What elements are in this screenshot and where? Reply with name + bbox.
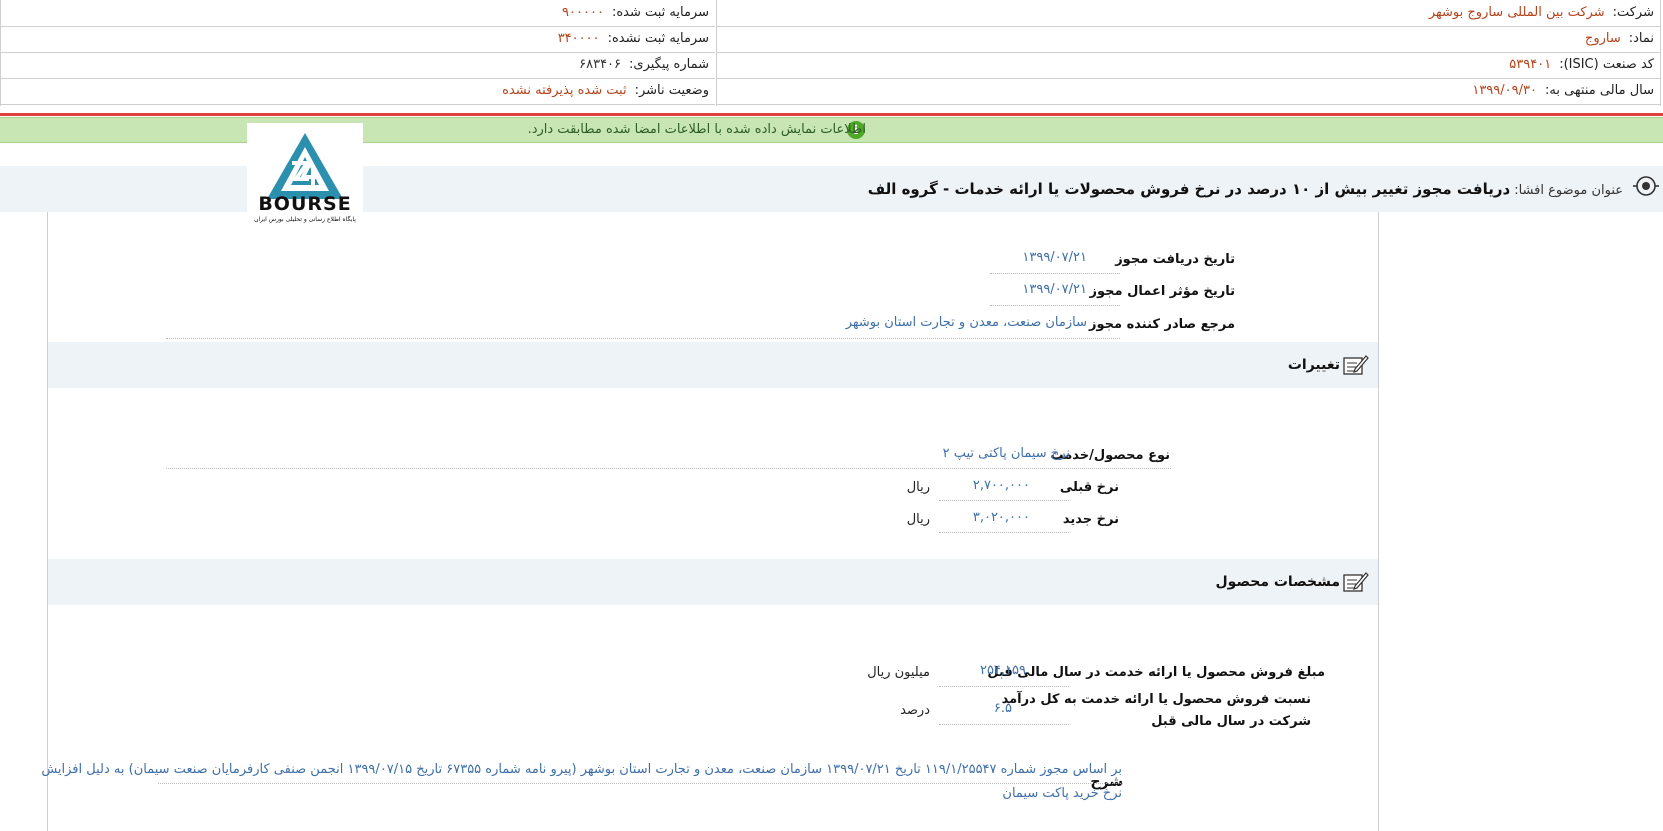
publisher-status-label: وضعیت ناشر:	[634, 83, 709, 98]
dotted-separator	[990, 305, 1120, 306]
previous-price-unit: ریال	[906, 480, 930, 495]
prior-year-sales-label: مبلغ فروش محصول یا ارائه خدمت در سال مال…	[987, 665, 1325, 680]
company-label: شرکت:	[1612, 5, 1654, 20]
tracking-number-row: شماره پیگیری: ۶۸۳۴۰۶	[1, 52, 715, 79]
changes-section-header	[48, 342, 1378, 388]
logo-tagline: پایگاه اطلاع رسانی و تحلیلی بورس ایران	[254, 216, 356, 223]
tracking-number-value: ۶۸۳۴۰۶	[579, 57, 622, 72]
publisher-status-value: ثبت شده پذیرفته نشده	[502, 83, 627, 98]
sales-ratio-unit: درصد	[900, 703, 930, 718]
fiscal-year-value: ۱۳۹۹/۰۹/۳۰	[1472, 83, 1537, 98]
prior-year-sales-unit: میلیون ریال	[867, 665, 930, 680]
new-price-label: نرخ جدید	[1062, 512, 1119, 527]
receive-date-label: تاریخ دریافت مجوز	[1115, 252, 1235, 267]
content-frame-left	[47, 212, 48, 831]
prior-year-sales-value: ۲۵۴,۱۵۹	[979, 663, 1026, 678]
dotted-separator	[990, 273, 1120, 274]
product-specs-section-header	[48, 559, 1378, 605]
dotted-separator	[166, 468, 1171, 469]
edit-icon	[1343, 355, 1369, 375]
header-separator	[0, 113, 1663, 116]
effective-date-label: تاریخ مؤثر اعمال مجوز	[1089, 284, 1235, 299]
sales-ratio-label-line1: نسبت فروش محصول یا ارائه خدمت به کل درآم…	[1001, 692, 1311, 707]
registered-capital-row: سرمایه ثبت شده: ۹۰۰۰۰۰	[1, 0, 715, 27]
issuer-value: سازمان صنعت، معدن و تجارت استان بوشهر	[845, 315, 1087, 330]
content-frame-right	[1378, 212, 1379, 831]
description-line1: بر اساس مجوز شماره ۱۱۹/۱/۲۵۵۴۷ تاریخ ۱۳۹…	[41, 762, 1122, 777]
previous-price-label: نرخ قبلی	[1059, 480, 1119, 495]
dotted-separator	[158, 783, 1123, 784]
target-icon	[1633, 176, 1659, 196]
sales-ratio-value: ۶.۵	[993, 701, 1012, 716]
product-type-value: نرخ سیمان پاکتی تیپ ۲	[942, 446, 1070, 461]
subject-label: عنوان موضوع افشا:	[1514, 183, 1623, 198]
signature-notice-text: اطلاعات نمایش داده شده با اطلاعات امضا ش…	[527, 122, 866, 137]
subject-value: دریافت مجوز تغییر بیش از ۱۰ درصد در نرخ …	[867, 180, 1511, 198]
isic-row: کد صنعت (ISIC): ۵۳۹۴۰۱	[717, 52, 1660, 79]
symbol-label: نماد:	[1628, 31, 1654, 46]
registered-capital-value: ۹۰۰۰۰۰	[562, 5, 604, 20]
isic-label: کد صنعت (ISIC):	[1559, 57, 1654, 72]
dotted-separator	[939, 500, 1069, 501]
company-info-table: شرکت:شرکت بین المللی ساروج بوشهر نماد:سا…	[0, 0, 1663, 106]
symbol-value[interactable]: ساروج	[1585, 31, 1629, 46]
dotted-separator	[939, 724, 1069, 725]
receive-date-value: ۱۳۹۹/۰۷/۲۱	[1022, 250, 1087, 265]
description-line2: نرخ خرید پاکت سیمان	[1002, 786, 1122, 801]
registered-capital-label: سرمایه ثبت شده:	[611, 5, 709, 20]
fiscal-year-row: سال مالی منتهی به: ۱۳۹۹/۰۹/۳۰	[717, 78, 1660, 105]
unregistered-capital-row: سرمایه ثبت نشده: ۳۴۰۰۰۰	[1, 26, 715, 53]
product-specs-section-title: مشخصات محصول	[1215, 574, 1340, 590]
company-value[interactable]: شرکت بین المللی ساروج بوشهر	[1429, 5, 1613, 20]
publisher-status-row: وضعیت ناشر: ثبت شده پذیرفته نشده	[1, 78, 715, 105]
disclosure-subject: عنوان موضوع افشا:دریافت مجوز تغییر بیش ا…	[868, 166, 1623, 212]
company-row: شرکت:شرکت بین المللی ساروج بوشهر	[717, 0, 1660, 27]
tracking-number-label: شماره پیگیری:	[629, 57, 709, 72]
new-price-unit: ریال	[906, 512, 930, 527]
symbol-row: نماد:ساروج	[717, 26, 1660, 53]
edit-icon	[1343, 572, 1369, 592]
table-border	[1660, 0, 1661, 106]
effective-date-value: ۱۳۹۹/۰۷/۲۱	[1022, 282, 1087, 297]
isic-value: ۵۳۹۴۰۱	[1509, 57, 1552, 72]
dotted-separator	[939, 532, 1069, 533]
bourse24-logo: BOURSE پایگاه اطلاع رسانی و تحلیلی بورس …	[247, 123, 363, 231]
issuer-label: مرجع صادر کننده مجوز	[1089, 317, 1235, 332]
dotted-separator	[166, 338, 1120, 339]
sales-ratio-label-line2: شرکت در سال مالی قبل	[1151, 714, 1311, 729]
changes-section-title: تغییرات	[1287, 357, 1340, 373]
unregistered-capital-value: ۳۴۰۰۰۰	[557, 31, 600, 46]
unregistered-capital-label: سرمایه ثبت نشده:	[607, 31, 709, 46]
logo-word: BOURSE	[258, 193, 352, 215]
dotted-separator	[939, 686, 1069, 687]
new-price-value: ۳,۰۲۰,۰۰۰	[972, 510, 1030, 525]
fiscal-year-label: سال مالی منتهی به:	[1544, 83, 1654, 98]
previous-price-value: ۲,۷۰۰,۰۰۰	[972, 478, 1030, 493]
